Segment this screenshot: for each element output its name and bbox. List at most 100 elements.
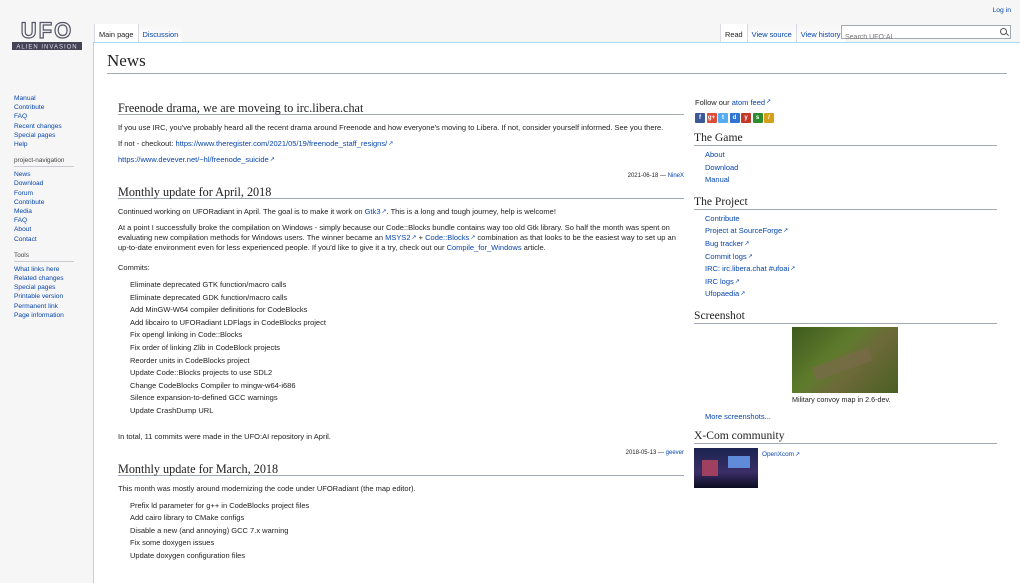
list-item: Update doxygen configuration files	[130, 550, 246, 560]
slashdot-icon[interactable]: /	[764, 113, 774, 123]
sidebar-item-contribute[interactable]: Contribute	[14, 104, 44, 111]
sidebar-item-what-links-here[interactable]: What links here	[14, 266, 59, 273]
delicious-icon[interactable]: d	[729, 113, 740, 123]
tab-view-history[interactable]: View history	[795, 24, 845, 42]
irc-logs-link[interactable]: IRC logs	[705, 277, 740, 286]
namespace-tabs: Main page Discussion	[94, 24, 183, 42]
section-heading-screenshot: Screenshot	[694, 309, 997, 324]
openxcom-link[interactable]: OpenXcom	[762, 451, 800, 458]
project-links: Contribute Project at SourceForge Bug tr…	[705, 213, 997, 301]
stumbleupon-icon[interactable]: s	[752, 113, 763, 123]
text: Continued working on UFORadiant in April…	[118, 207, 365, 216]
tab-read[interactable]: Read	[720, 24, 747, 42]
project-contribute-link[interactable]: Contribute	[705, 214, 740, 223]
commits-label: Commits:	[118, 263, 150, 272]
sidebar-item-manual[interactable]: Manual	[14, 95, 36, 102]
compile-for-windows-link[interactable]: Compile_for_Windows	[447, 243, 522, 252]
game-download-link[interactable]: Download	[705, 163, 738, 172]
sidebar-project-navigation: project-navigation News Download Forum C…	[14, 157, 90, 244]
news-signature: 2021-06-18 — NineX	[118, 171, 684, 181]
social-icons: f g+ t d y s /	[695, 113, 997, 123]
more-screenshots-link[interactable]: More screenshots...	[705, 412, 771, 421]
screenshot-caption: Military convoy map in 2.6-dev.	[792, 394, 891, 404]
sidebar-item-recent-changes[interactable]: Recent changes	[14, 123, 62, 130]
sidebar-item-special-pages-2[interactable]: Special pages	[14, 284, 55, 291]
search-icon[interactable]	[1000, 28, 1007, 35]
sidebar-item-contact[interactable]: Contact	[14, 236, 37, 243]
sidebar-item-special-pages[interactable]: Special pages	[14, 132, 55, 139]
list-item: Update Code::Blocks projects to use SDL2	[130, 368, 273, 378]
text: Follow our	[695, 98, 732, 107]
digg-icon[interactable]: y	[741, 113, 751, 123]
google-plus-icon[interactable]: g+	[706, 113, 717, 123]
sidebar-heading-tools: Tools	[14, 252, 74, 262]
devever-link[interactable]: https://www.devever.net/~hl/freenode_sui…	[118, 155, 275, 164]
sidebar-item-contribute-2[interactable]: Contribute	[14, 199, 44, 206]
gtk3-link[interactable]: Gtk3	[365, 207, 387, 216]
author-link[interactable]: geever	[666, 450, 684, 456]
news-paragraph: At a point I successfully broke the comp…	[118, 223, 684, 253]
list-item: Update CrashDump URL	[130, 405, 214, 415]
openxcom-thumbnail[interactable]	[694, 447, 758, 488]
screenshot-image[interactable]	[792, 326, 898, 393]
tab-discussion[interactable]: Discussion	[137, 24, 183, 42]
tab-view-source[interactable]: View source	[746, 24, 796, 42]
news-paragraph: This month was mostly around modernizing…	[118, 483, 416, 493]
list-item: Silence expansion-to-defined GCC warning…	[130, 393, 278, 403]
author-link[interactable]: NineX	[668, 173, 684, 179]
codeblocks-link[interactable]: Code::Blocks	[425, 233, 475, 242]
svg-text:ALIEN INVASION: ALIEN INVASION	[16, 45, 77, 51]
sidebar-item-page-information[interactable]: Page information	[14, 312, 64, 319]
sidebar-item-about[interactable]: About	[14, 226, 31, 233]
sidebar-item-related-changes[interactable]: Related changes	[14, 275, 64, 282]
news-paragraph: If you use IRC, you've probably heard al…	[118, 123, 664, 132]
news-paragraph: https://www.devever.net/~hl/freenode_sui…	[118, 155, 684, 165]
atom-feed-link[interactable]: atom feed	[732, 98, 771, 107]
more-screenshots-line: More screenshots...	[705, 412, 997, 421]
ufopaedia-link[interactable]: Ufopaedia	[705, 289, 745, 298]
login-link[interactable]: Log in	[992, 7, 1011, 14]
sidebar-item-news[interactable]: News	[14, 171, 31, 178]
aside-column: Follow our atom feed fg+tdys/ The Game A…	[694, 96, 997, 488]
irc-link[interactable]: IRC: irc.libera.chat #ufoai	[705, 264, 795, 273]
news-heading: Monthly update for April, 2018	[118, 186, 684, 199]
news-heading: Freenode drama, we are moveing to irc.li…	[118, 102, 684, 115]
xcom-entry: OpenXcom	[694, 447, 997, 488]
list-item: Eliminate deprecated GDK function/macro …	[130, 292, 288, 302]
msys2-link[interactable]: MSYS2	[385, 233, 416, 242]
sidebar-item-media[interactable]: Media	[14, 208, 32, 215]
news-column: Freenode drama, we are moveing to irc.li…	[118, 102, 684, 573]
game-about-link[interactable]: About	[705, 150, 725, 159]
news-paragraph: Continued working on UFORadiant in April…	[118, 207, 684, 217]
sidebar-item-printable-version[interactable]: Printable version	[14, 293, 63, 300]
theregister-link[interactable]: https://www.theregister.com/2021/05/19/f…	[176, 139, 394, 148]
twitter-icon[interactable]: t	[718, 113, 728, 123]
game-manual-link[interactable]: Manual	[705, 175, 730, 184]
text: If not - checkout:	[118, 139, 176, 148]
site-logo[interactable]: UFO ALIEN INVASION	[10, 18, 84, 52]
news-date: 2018-05-13 —	[625, 449, 664, 456]
list-item: Add cairo library to CMake configs	[130, 513, 245, 523]
list-item: Disable a new (and annoying) GCC 7.x war…	[130, 525, 289, 535]
sidebar-item-help[interactable]: Help	[14, 141, 28, 148]
sidebar-item-faq-2[interactable]: FAQ	[14, 217, 27, 224]
facebook-icon[interactable]: f	[695, 113, 705, 123]
view-tabs: Read View source View history	[720, 24, 845, 42]
sidebar-main-portal: Manual Contribute FAQ Recent changes Spe…	[14, 94, 90, 149]
list-item: Eliminate deprecated GTK function/macro …	[130, 280, 287, 289]
sidebar: Manual Contribute FAQ Recent changes Spe…	[0, 94, 90, 328]
news-paragraph: In total, 11 commits were made in the UF…	[118, 431, 331, 441]
commit-list: Prefix ld parameter for g++ in CodeBlock…	[130, 500, 684, 563]
sidebar-item-forum[interactable]: Forum	[14, 190, 33, 197]
sidebar-item-faq[interactable]: FAQ	[14, 113, 27, 120]
sidebar-item-permanent-link[interactable]: Permanent link	[14, 303, 58, 310]
section-heading-project: The Project	[694, 195, 997, 210]
news-paragraph: If not - checkout: https://www.theregist…	[118, 139, 684, 149]
list-item: Fix order of linking Zlib in CodeBlock p…	[130, 342, 281, 352]
tab-main-page[interactable]: Main page	[94, 24, 138, 42]
sourceforge-link[interactable]: Project at SourceForge	[705, 226, 788, 235]
commit-logs-link[interactable]: Commit logs	[705, 252, 753, 261]
text: . This is a long and tough journey, help…	[386, 207, 556, 216]
sidebar-item-download[interactable]: Download	[14, 180, 43, 187]
bug-tracker-link[interactable]: Bug tracker	[705, 239, 749, 248]
